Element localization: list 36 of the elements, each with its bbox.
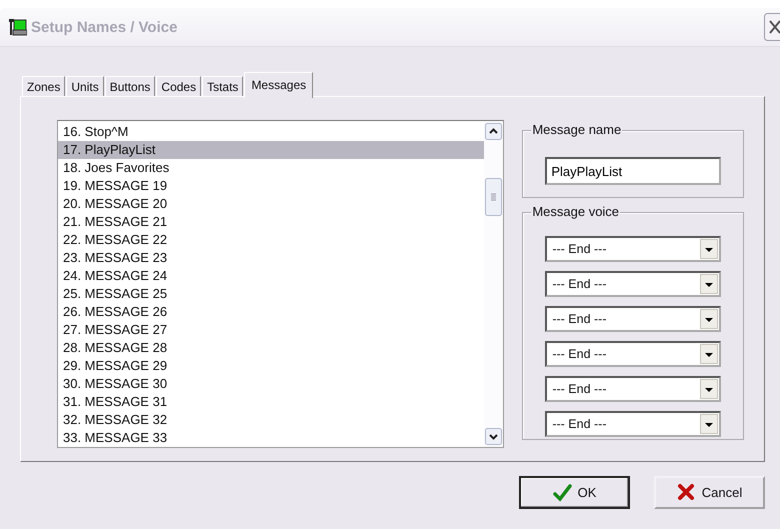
window-title: Setup Names / Voice bbox=[31, 18, 178, 36]
list-item[interactable]: 30. MESSAGE 30 bbox=[58, 375, 484, 393]
list-item[interactable]: 28. MESSAGE 28 bbox=[58, 339, 484, 357]
list-item[interactable]: 29. MESSAGE 29 bbox=[58, 357, 484, 375]
list-item[interactable]: 33. MESSAGE 33 bbox=[58, 429, 484, 447]
list-item[interactable]: 32. MESSAGE 32 bbox=[58, 411, 484, 429]
group-label: Message voice bbox=[531, 204, 620, 219]
list-item[interactable]: 22. MESSAGE 22 bbox=[58, 231, 484, 249]
list-item[interactable]: 25. MESSAGE 25 bbox=[58, 285, 484, 303]
list-item[interactable]: 21. MESSAGE 21 bbox=[58, 213, 484, 231]
voice-dropdown[interactable]: --- End --- bbox=[545, 341, 722, 367]
list-item[interactable]: 23. MESSAGE 23 bbox=[58, 249, 484, 267]
list-item[interactable]: 20. MESSAGE 20 bbox=[58, 195, 484, 213]
tab[interactable]: Buttons bbox=[104, 76, 156, 96]
voice-dropdown[interactable]: --- End --- bbox=[545, 376, 722, 402]
list-item[interactable]: 17. PlayPlayList bbox=[58, 141, 484, 159]
tab[interactable]: Messages bbox=[244, 72, 314, 98]
list-item[interactable]: 19. MESSAGE 19 bbox=[58, 177, 484, 195]
list-item[interactable]: 18. Joes Favorites bbox=[58, 159, 484, 177]
cancel-button[interactable]: Cancel bbox=[654, 476, 765, 509]
tab[interactable]: Codes bbox=[156, 76, 202, 96]
list-item[interactable]: 31. MESSAGE 31 bbox=[58, 393, 484, 411]
voice-dropdown[interactable]: --- End --- bbox=[545, 411, 722, 437]
tab[interactable]: Zones bbox=[22, 76, 66, 96]
list-item[interactable]: 24. MESSAGE 24 bbox=[58, 267, 484, 285]
ok-button[interactable]: OK bbox=[519, 476, 630, 509]
list-item[interactable]: 27. MESSAGE 27 bbox=[58, 321, 484, 339]
voice-dropdown[interactable]: --- End --- bbox=[545, 306, 722, 332]
list-item[interactable]: 26. MESSAGE 26 bbox=[58, 303, 484, 321]
tab[interactable]: Tstats bbox=[202, 76, 244, 96]
group-label: Message name bbox=[531, 122, 622, 137]
list-item[interactable]: 16. Stop^M bbox=[58, 123, 484, 141]
voice-dropdown[interactable]: --- End --- bbox=[545, 236, 722, 262]
message-name-field[interactable]: PlayPlayList bbox=[545, 157, 722, 185]
tab[interactable]: Units bbox=[66, 76, 104, 96]
voice-dropdown[interactable]: --- End --- bbox=[545, 271, 722, 297]
